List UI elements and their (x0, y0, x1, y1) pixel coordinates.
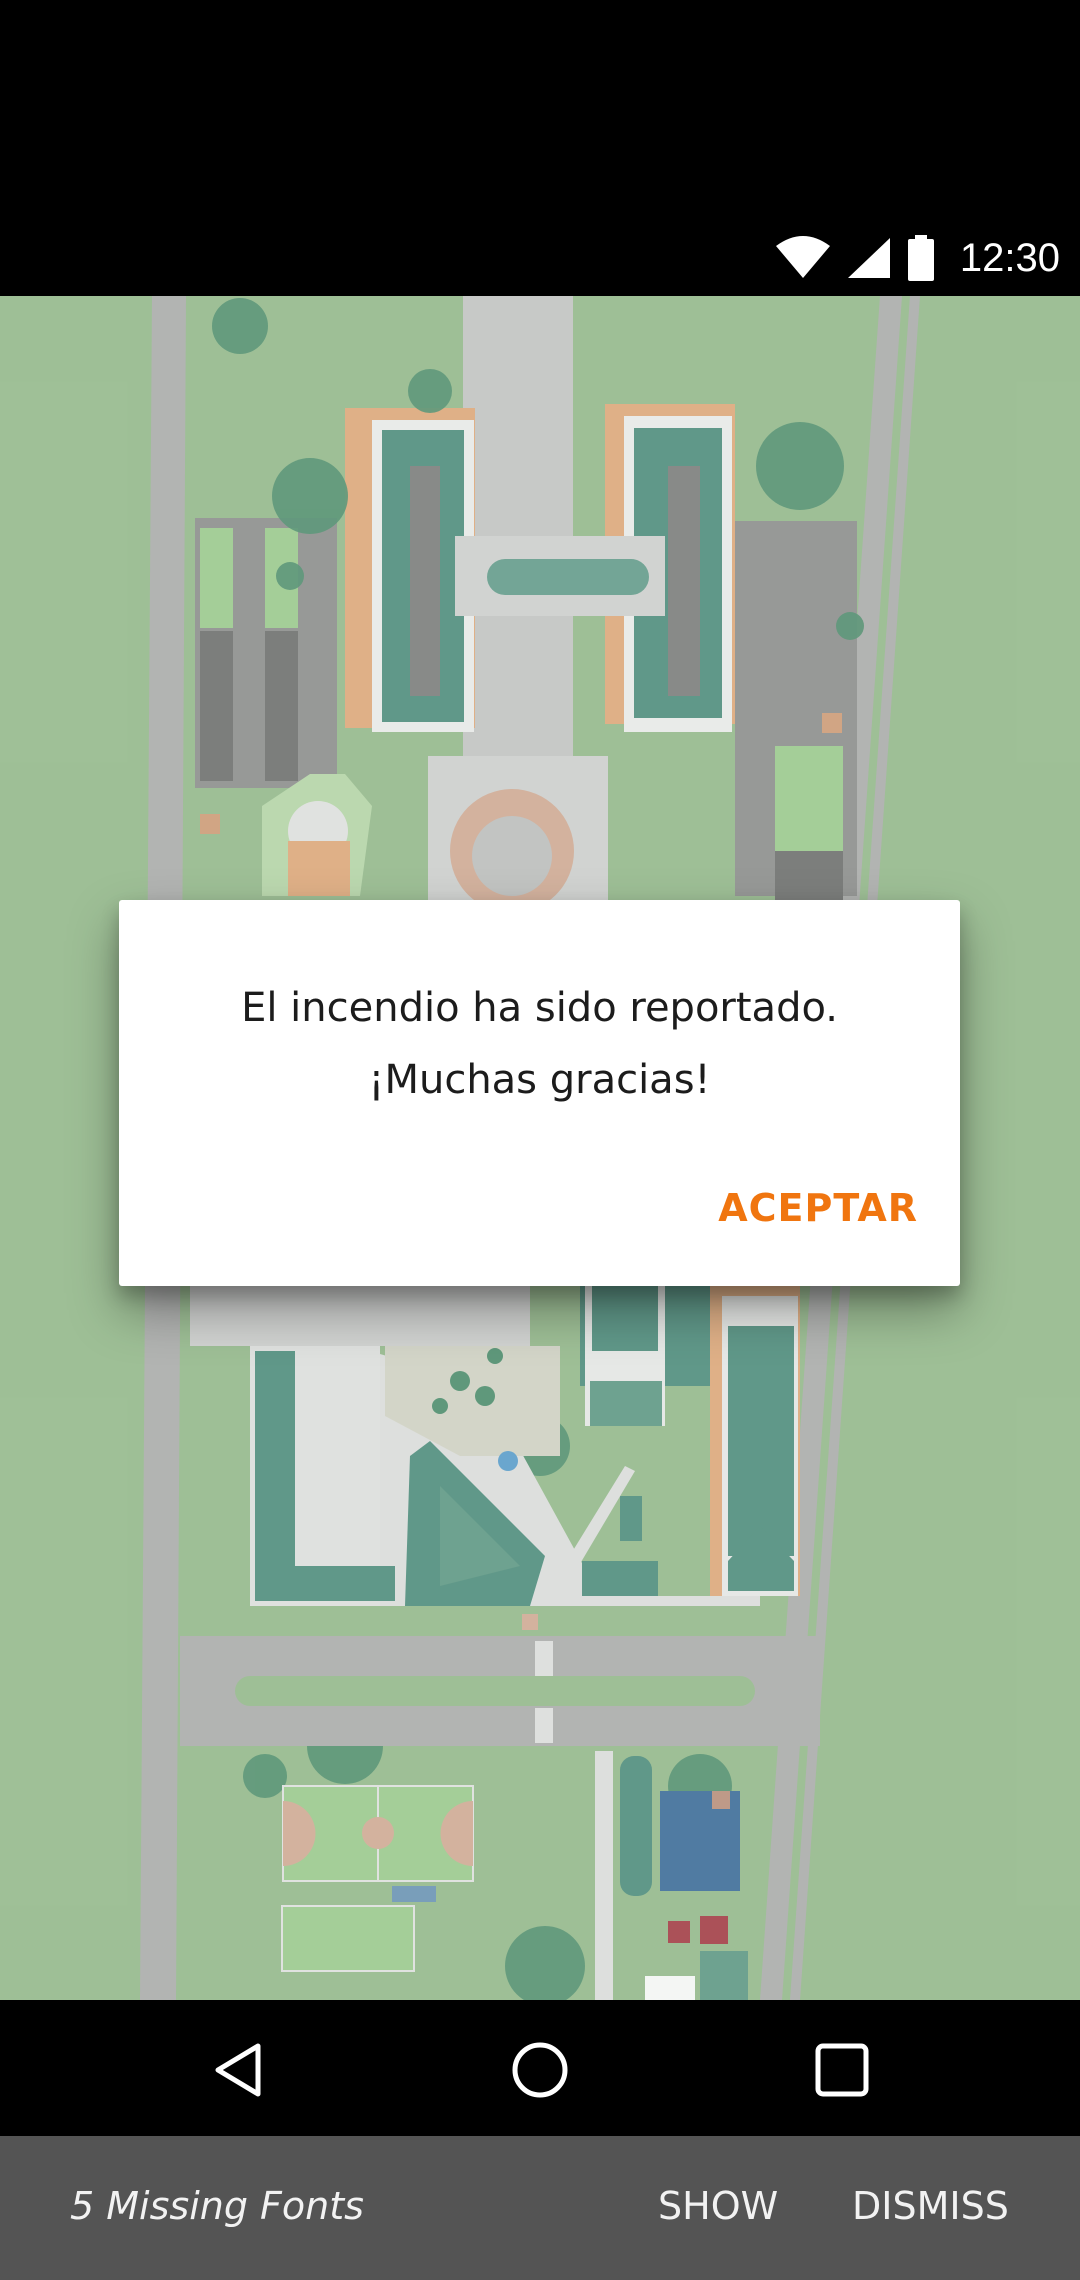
cell-signal-icon (847, 238, 890, 278)
recents-icon (815, 2043, 869, 2097)
show-button[interactable]: SHOW (658, 2184, 778, 2228)
home-icon (512, 2042, 568, 2098)
home-button[interactable] (498, 2028, 582, 2112)
report-confirmation-dialog: El incendio ha sido reportado. ¡Muchas g… (119, 900, 960, 1286)
clock: 12:30 (959, 235, 1060, 280)
dialog-message-line2: ¡Muchas gracias! (368, 1057, 711, 1103)
recents-button[interactable] (800, 2028, 884, 2112)
wifi-icon (775, 236, 830, 278)
dialog-message-line1: El incendio ha sido reportado. (241, 985, 838, 1031)
navigation-bar (0, 2000, 1080, 2136)
missing-fonts-snackbar: 5 Missing Fonts SHOW DISMISS (0, 2136, 1080, 2280)
dismiss-button[interactable]: DISMISS (852, 2184, 1009, 2228)
status-bar: 12:30 (0, 0, 1080, 296)
snackbar-message: 5 Missing Fonts (70, 2184, 364, 2228)
status-icons: 12:30 (774, 228, 1060, 288)
back-icon (215, 2043, 261, 2097)
dialog-message: El incendio ha sido reportado. ¡Muchas g… (159, 972, 920, 1116)
battery-icon (907, 235, 934, 281)
accept-button[interactable]: ACEPTAR (718, 1178, 918, 1238)
back-button[interactable] (196, 2028, 280, 2112)
